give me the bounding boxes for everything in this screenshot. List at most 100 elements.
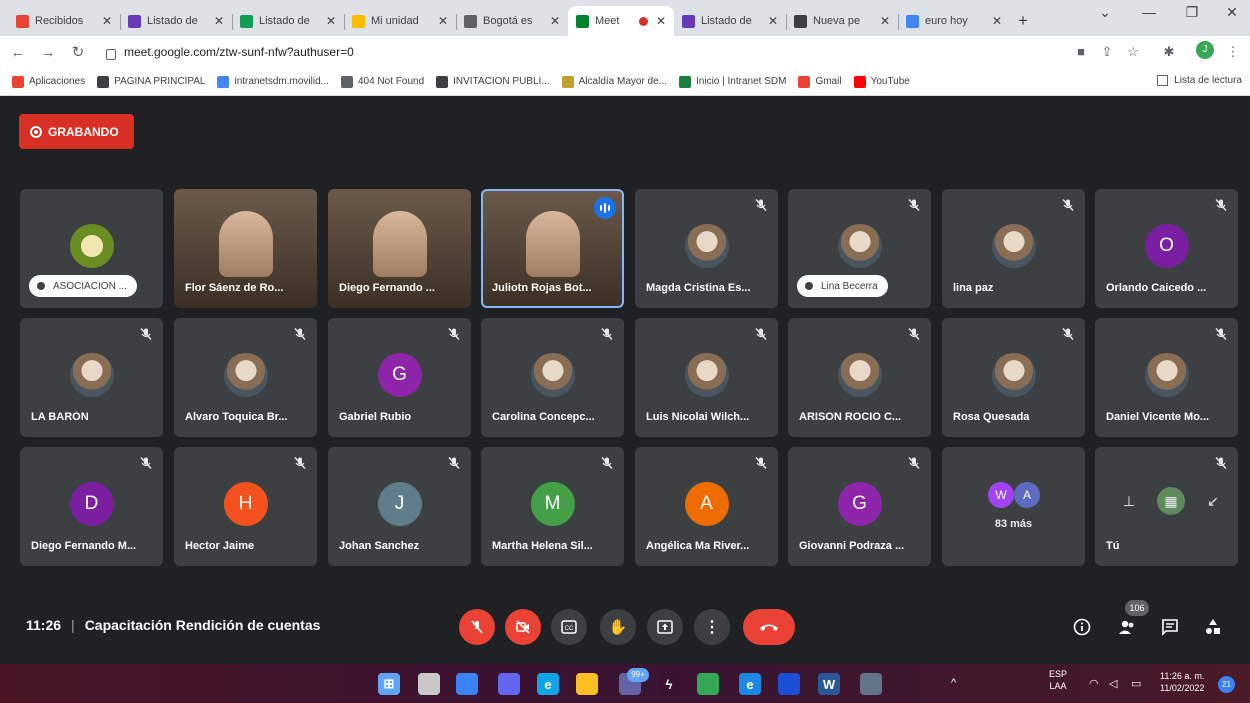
participant-tile[interactable]: Carolina Concepc...	[481, 318, 624, 437]
leave-call-button[interactable]	[743, 609, 795, 645]
participant-tile[interactable]: O Orlando Caicedo ...	[1095, 189, 1238, 308]
tab-search-icon[interactable]: ⌄	[1093, 4, 1117, 21]
minimize-icon[interactable]: ↙	[1199, 487, 1227, 515]
chat-button[interactable]	[1157, 614, 1183, 640]
participant-tile[interactable]: Rosa Quesada	[942, 318, 1085, 437]
battery-icon[interactable]: ▭	[1131, 677, 1141, 690]
participant-tile[interactable]: D Diego Fernando M...	[20, 447, 163, 566]
file-explorer-icon[interactable]	[576, 673, 598, 695]
participant-tile[interactable]: Daniel Vicente Mo...	[1095, 318, 1238, 437]
system-clock[interactable]: 11:26 a. m. 11/02/2022	[1160, 670, 1204, 694]
participants-button[interactable]	[1114, 614, 1140, 640]
lightning-icon[interactable]: ϟ	[658, 673, 680, 695]
bookmark-item[interactable]: intranetsdm.movilid...	[217, 75, 329, 88]
participant-tile[interactable]: Juliotn Rojas Bot...	[481, 189, 624, 308]
profile-avatar[interactable]: J	[1196, 41, 1214, 59]
browser-tab[interactable]: Listado de ✕	[120, 6, 232, 36]
calculator-icon[interactable]	[860, 673, 882, 695]
volume-icon[interactable]: ◁	[1109, 677, 1117, 690]
grid-icon[interactable]: ▦	[1157, 487, 1185, 515]
participant-tile[interactable]: lina paz	[942, 189, 1085, 308]
bookmark-item[interactable]: Inicio | Intranet SDM	[679, 75, 786, 88]
edge-icon[interactable]: e	[537, 673, 559, 695]
address-bar[interactable]: meet.google.com/ztw-sunf-nfw?authuser=0	[106, 40, 1066, 64]
tab-close-icon[interactable]: ✕	[992, 14, 1002, 28]
reading-list-button[interactable]: Lista de lectura	[1157, 75, 1242, 86]
mic-off-button[interactable]	[459, 609, 495, 645]
search-icon[interactable]	[418, 673, 440, 695]
bookmark-item[interactable]: Alcaldía Mayor de...	[561, 75, 667, 88]
tab-close-icon[interactable]: ✕	[214, 14, 224, 28]
browser-tab[interactable]: Recibidos ✕	[8, 6, 120, 36]
participant-tile[interactable]: M Martha Helena Sil...	[481, 447, 624, 566]
participant-tile[interactable]: Luis Nicolai Wilch...	[635, 318, 778, 437]
tab-close-icon[interactable]: ✕	[550, 14, 560, 28]
participant-tile[interactable]: G Gabriel Rubio	[328, 318, 471, 437]
browser-tab[interactable]: Meet ✕	[568, 6, 674, 36]
url-text[interactable]: meet.google.com/ztw-sunf-nfw?authuser=0	[124, 45, 354, 59]
word-icon[interactable]: W	[818, 673, 840, 695]
participant-tile[interactable]: Alvaro Toquica Br...	[174, 318, 317, 437]
bookmark-item[interactable]: INVITACION PUBLI...	[436, 75, 550, 88]
notification-badge[interactable]: 21	[1218, 676, 1235, 693]
browser-tab[interactable]: Listado de ✕	[232, 6, 344, 36]
browser-tab[interactable]: Nueva pe ✕	[786, 6, 898, 36]
app-icon[interactable]	[778, 673, 800, 695]
tab-close-icon[interactable]: ✕	[656, 14, 666, 28]
more-participants-tile[interactable]: W A 83 más	[942, 447, 1085, 566]
browser-tab[interactable]: Mi unidad ✕	[344, 6, 456, 36]
browser-tab[interactable]: Bogotá es ✕	[456, 6, 568, 36]
captions-button[interactable]: CC	[551, 609, 587, 645]
participant-tile[interactable]: J Johan Sanchez	[328, 447, 471, 566]
participant-tile[interactable]: G Giovanni Podraza ...	[788, 447, 931, 566]
meeting-details-button[interactable]	[1069, 614, 1095, 640]
wifi-icon[interactable]: ◠	[1089, 677, 1099, 690]
task-view-icon[interactable]	[456, 673, 478, 695]
lock-icon[interactable]	[106, 48, 116, 60]
camera-off-button[interactable]	[505, 609, 541, 645]
extensions-icon[interactable]: ✱	[1160, 44, 1178, 60]
participant-tile[interactable]: ARISON ROCIO C...	[788, 318, 931, 437]
browser-tab[interactable]: Listado de ✕	[674, 6, 786, 36]
bookmark-item[interactable]: Gmail	[798, 75, 842, 88]
chat-icon[interactable]	[498, 673, 520, 695]
ie-icon[interactable]: e	[739, 673, 761, 695]
camera-icon[interactable]: ■	[1072, 44, 1090, 59]
bookmark-item[interactable]: PAGINA PRINCIPAL	[97, 75, 205, 88]
activities-button[interactable]	[1200, 614, 1226, 640]
participant-tile[interactable]: H Hector Jaime	[174, 447, 317, 566]
participant-tile[interactable]: Lina Becerra	[788, 189, 931, 308]
browser-tab[interactable]: euro hoy ✕	[898, 6, 1010, 36]
menu-icon[interactable]: ⋮	[1224, 44, 1242, 60]
chevron-up-icon[interactable]: ^	[951, 677, 956, 689]
forward-icon[interactable]: →	[36, 44, 60, 61]
participant-tile[interactable]: A Angélica Ma River...	[635, 447, 778, 566]
self-tile[interactable]: ⊥ ▦ ↙ Tú	[1095, 447, 1238, 566]
raise-hand-button[interactable]: ✋	[600, 609, 636, 645]
chrome-icon[interactable]	[697, 673, 719, 695]
minimize-button[interactable]: —	[1137, 4, 1161, 20]
present-button[interactable]	[647, 609, 683, 645]
participant-tile[interactable]: LA BARÓN	[20, 318, 163, 437]
tab-close-icon[interactable]: ✕	[768, 14, 778, 28]
participant-tile[interactable]: Magda Cristina Es...	[635, 189, 778, 308]
input-language[interactable]: ESP LAA	[1049, 668, 1067, 692]
new-tab-button[interactable]: +	[1010, 6, 1036, 36]
participant-tile[interactable]: Diego Fernando ...	[328, 189, 471, 308]
back-icon[interactable]: ←	[6, 44, 30, 61]
participant-tile[interactable]: Flor Sáenz de Ro...	[174, 189, 317, 308]
tab-close-icon[interactable]: ✕	[102, 14, 112, 28]
bookmark-item[interactable]: Aplicaciones	[12, 75, 85, 88]
participant-tile[interactable]: ASOCIACION ...	[20, 189, 163, 308]
tab-close-icon[interactable]: ✕	[326, 14, 336, 28]
pin-icon[interactable]: ⊥	[1115, 487, 1143, 515]
tab-close-icon[interactable]: ✕	[438, 14, 448, 28]
bookmark-star-icon[interactable]: ☆	[1124, 44, 1142, 60]
restore-button[interactable]: ❐	[1180, 4, 1204, 21]
bookmark-item[interactable]: YouTube	[853, 75, 910, 88]
close-window-button[interactable]: ✕	[1220, 4, 1244, 21]
bookmark-item[interactable]: 404 Not Found	[340, 75, 424, 88]
more-options-button[interactable]: ⋮	[694, 609, 730, 645]
reload-icon[interactable]: ↻	[66, 43, 90, 61]
tab-close-icon[interactable]: ✕	[880, 14, 890, 28]
